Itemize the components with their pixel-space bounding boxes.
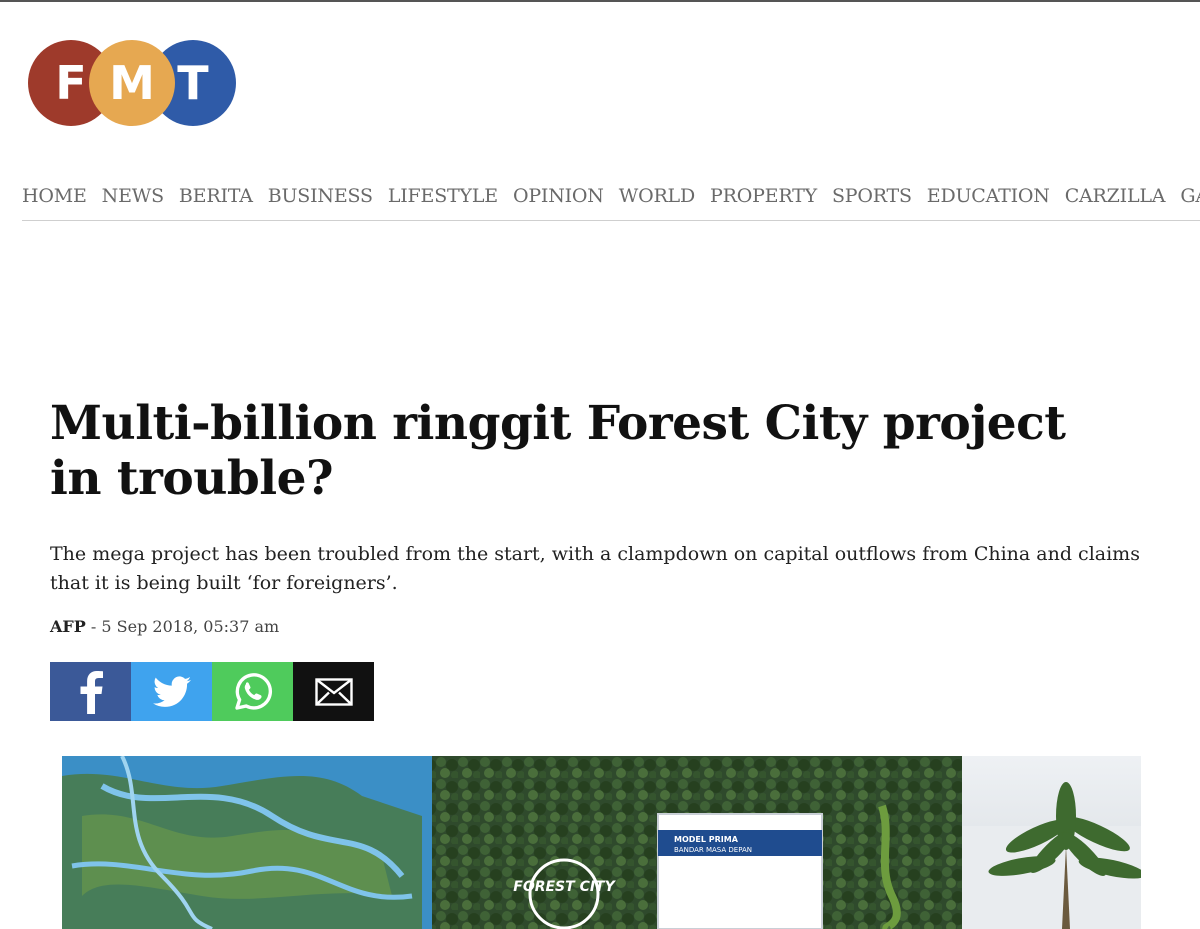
nav-item-world[interactable]: WORLD	[619, 182, 695, 210]
share-facebook-button[interactable]	[50, 662, 131, 721]
share-email-button[interactable]	[293, 662, 374, 721]
email-icon	[314, 677, 353, 706]
article-standfirst: The mega project has been troubled from …	[50, 543, 1140, 594]
nav-item-home[interactable]: HOME	[22, 182, 87, 210]
nav-item-ga[interactable]: GA	[1180, 182, 1200, 210]
hero-panel-line1: MODEL PRIMA	[674, 835, 739, 844]
logo-letter-m: M	[89, 40, 175, 126]
twitter-icon	[152, 675, 191, 707]
facebook-icon	[80, 670, 103, 714]
hero-image: FOREST CITY MODEL PRIMA BANDAR MASA DEPA…	[62, 756, 1141, 929]
nav-item-sports[interactable]: SPORTS	[832, 182, 912, 210]
byline-separator: -	[85, 617, 102, 636]
article-headline: Multi-billion ringgit Forest City projec…	[50, 396, 1066, 506]
nav-item-lifestyle[interactable]: LIFESTYLE	[388, 182, 498, 210]
top-border	[0, 0, 1200, 2]
hero-photo: FOREST CITY MODEL PRIMA BANDAR MASA DEPA…	[62, 756, 1141, 929]
byline-source[interactable]: AFP	[50, 617, 86, 636]
nav-item-carzilla[interactable]: CARZILLA	[1065, 182, 1166, 210]
hero-sign-text: FOREST CITY	[513, 879, 616, 895]
nav-item-business[interactable]: BUSINESS	[268, 182, 373, 210]
share-whatsapp-button[interactable]	[212, 662, 293, 721]
nav-item-news[interactable]: NEWS	[102, 182, 164, 210]
article-byline: AFP - 5 Sep 2018, 05:37 am	[50, 617, 279, 636]
nav-item-berita[interactable]: BERITA	[179, 182, 253, 210]
share-bar	[50, 662, 374, 721]
hero-panel-line2: BANDAR MASA DEPAN	[674, 846, 752, 854]
nav-item-property[interactable]: PROPERTY	[710, 182, 817, 210]
main-nav: HOME NEWS BERITA BUSINESS LIFESTYLE OPINION WO…	[22, 182, 1200, 221]
whatsapp-icon	[234, 672, 272, 710]
byline-date: 5 Sep 2018, 05:37 am	[101, 617, 280, 636]
nav-item-education[interactable]: EDUCATION	[927, 182, 1050, 210]
nav-item-opinion[interactable]: OPINION	[513, 182, 604, 210]
site-logo[interactable]: F M T	[28, 40, 238, 126]
share-twitter-button[interactable]	[131, 662, 212, 721]
